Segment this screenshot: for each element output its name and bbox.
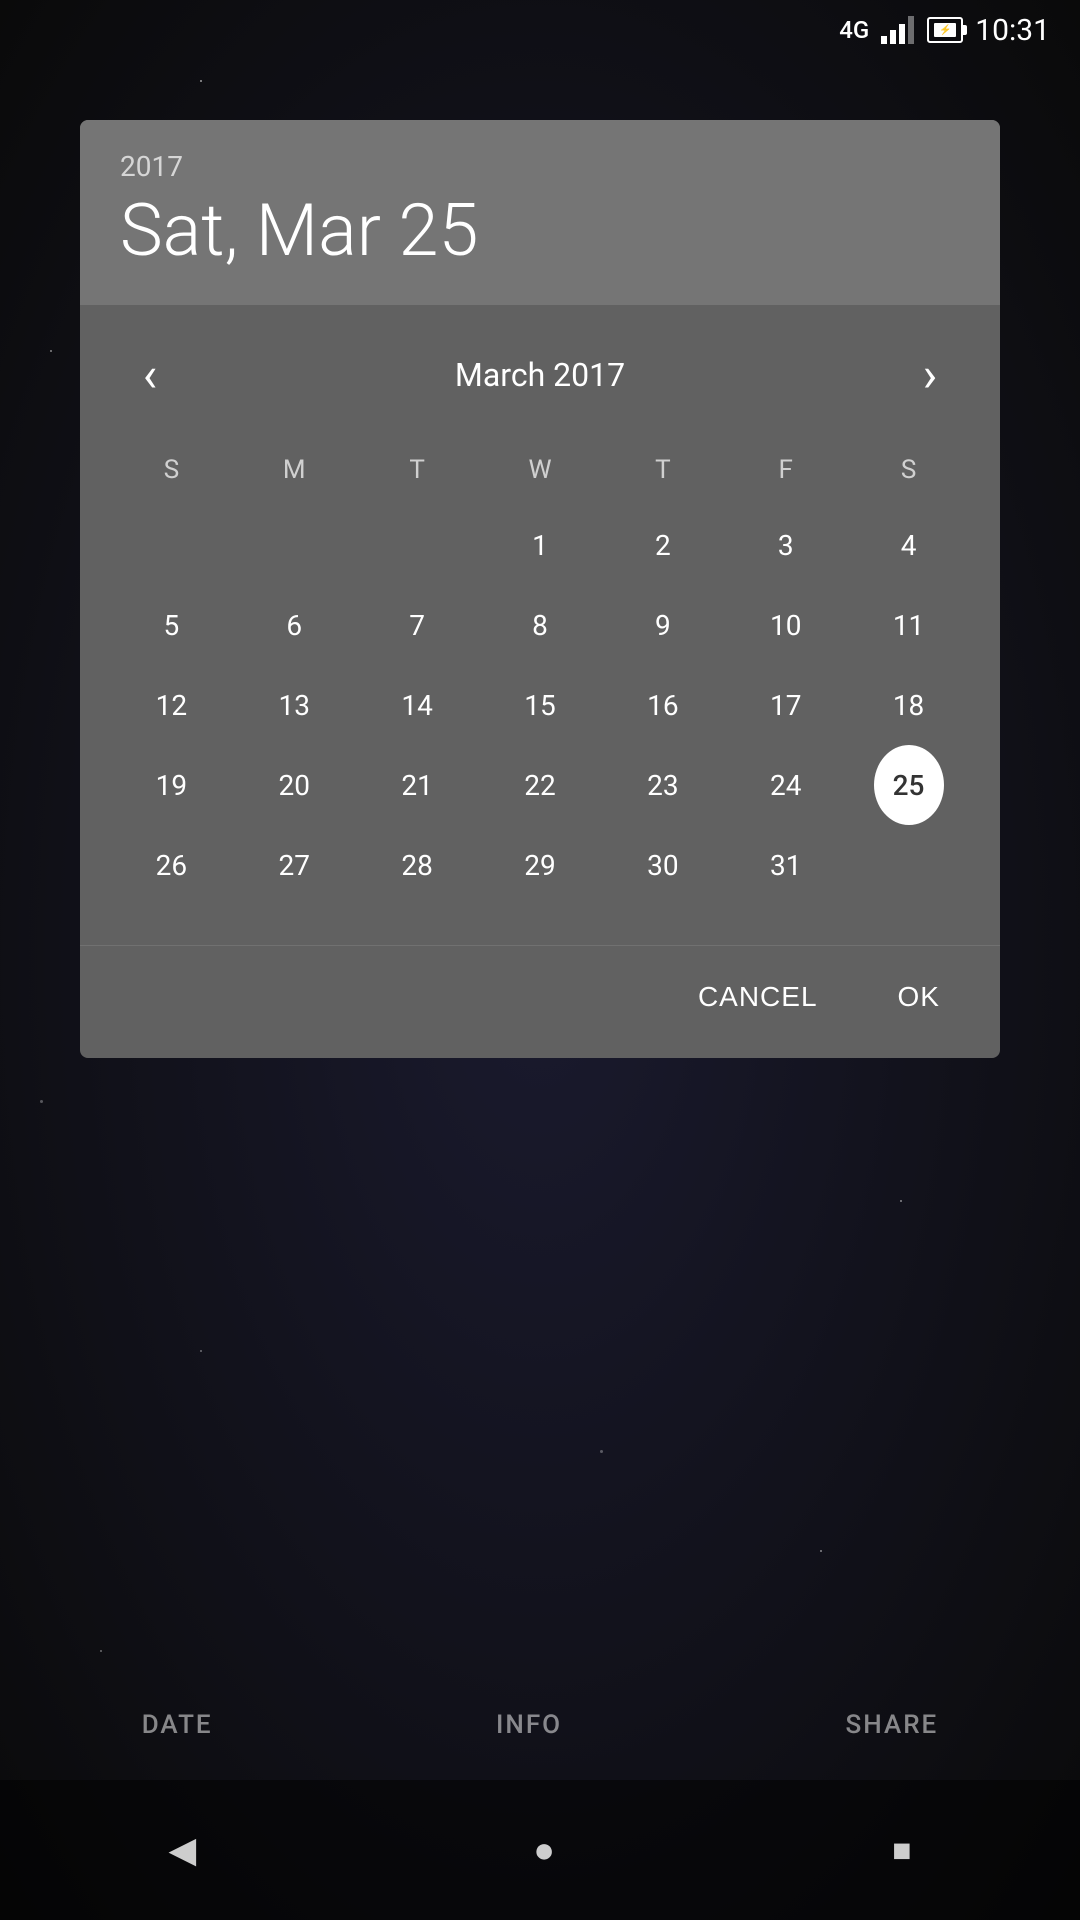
cal-day-19[interactable]: 19 [136,745,206,825]
cal-day-28[interactable]: 28 [382,825,452,905]
cal-day-2[interactable]: 2 [628,505,698,585]
day-header-wed: W [479,445,602,495]
cal-day-13[interactable]: 13 [259,665,329,745]
month-year-title: March 2017 [455,356,625,394]
cal-day-26[interactable]: 26 [136,825,206,905]
cal-day-30[interactable]: 30 [628,825,698,905]
cal-day-6[interactable]: 6 [259,585,329,665]
cal-day-empty [382,505,452,585]
bottom-app-nav: DATE INFO SHARE [0,1690,1080,1760]
recents-button[interactable]: ■ [892,1831,911,1869]
cal-day-7[interactable]: 7 [382,585,452,665]
signal-label: 4G [839,16,869,44]
cal-day-21[interactable]: 21 [382,745,452,825]
cal-day-5[interactable]: 5 [136,585,206,665]
cal-day-20[interactable]: 20 [259,745,329,825]
cal-day-15[interactable]: 15 [505,665,575,745]
cal-day-17[interactable]: 17 [751,665,821,745]
cal-day-27[interactable]: 27 [259,825,329,905]
cal-day-18[interactable]: 18 [874,665,944,745]
month-navigation: ‹ March 2017 › [110,325,970,425]
cal-day-empty [136,505,206,585]
cal-day-14[interactable]: 14 [382,665,452,745]
status-bar-content: 4G ⚡ 10:31 [839,13,1050,48]
cal-day-9[interactable]: 9 [628,585,698,665]
system-nav-bar: ◀ ● ■ [0,1780,1080,1920]
day-header-tue: T [356,445,479,495]
cancel-button[interactable]: CANCEL [668,966,848,1028]
nav-date-button[interactable]: DATE [142,1710,213,1740]
cal-day-4[interactable]: 4 [874,505,944,585]
day-headers: S M T W T F S [110,445,970,495]
cal-day-24[interactable]: 24 [751,745,821,825]
battery-bolt: ⚡ [939,25,951,36]
cal-day-12[interactable]: 12 [136,665,206,745]
cal-day-16[interactable]: 16 [628,665,698,745]
ok-button[interactable]: OK [868,966,970,1028]
cal-day-23[interactable]: 23 [628,745,698,825]
cal-day-1[interactable]: 1 [505,505,575,585]
home-icon: ● [533,1829,555,1871]
dialog-header: 2017 Sat, Mar 25 [80,120,1000,305]
day-header-thu: T [601,445,724,495]
nav-share-button[interactable]: SHARE [846,1710,939,1740]
dialog-actions: CANCEL OK [80,945,1000,1058]
cal-day-8[interactable]: 8 [505,585,575,665]
cal-day-empty [874,825,944,905]
calendar-grid: 1 2 3 4 5 6 7 8 9 10 11 12 13 14 15 16 1… [110,505,970,905]
cal-day-empty [259,505,329,585]
day-header-fri: F [724,445,847,495]
calendar-area: ‹ March 2017 › S M T W T F S 1 2 3 4 [80,305,1000,945]
cal-day-25-selected[interactable]: 25 [874,745,944,825]
chevron-right-icon: › [923,351,937,399]
day-header-sat: S [847,445,970,495]
chevron-left-icon: ‹ [143,351,157,399]
status-bar: 4G ⚡ 10:31 [0,0,1080,60]
home-button[interactable]: ● [533,1829,555,1871]
dialog-selected-date: Sat, Mar 25 [120,191,960,270]
cal-day-3[interactable]: 3 [751,505,821,585]
back-button[interactable]: ◀ [169,1829,197,1871]
date-picker-dialog: 2017 Sat, Mar 25 ‹ March 2017 › S M T W … [80,120,1000,1058]
battery-fill: ⚡ [934,23,956,37]
day-header-mon: M [233,445,356,495]
signal-icon [881,16,915,44]
dialog-year: 2017 [120,150,960,183]
cal-day-22[interactable]: 22 [505,745,575,825]
cal-day-31[interactable]: 31 [751,825,821,905]
prev-month-button[interactable]: ‹ [120,345,180,405]
cal-day-10[interactable]: 10 [751,585,821,665]
time-display: 10:31 [975,13,1050,48]
next-month-button[interactable]: › [900,345,960,405]
recents-icon: ■ [892,1831,911,1869]
cal-day-29[interactable]: 29 [505,825,575,905]
battery-icon: ⚡ [927,17,963,43]
day-header-sun: S [110,445,233,495]
nav-info-button[interactable]: INFO [496,1710,562,1740]
cal-day-11[interactable]: 11 [874,585,944,665]
back-icon: ◀ [169,1829,197,1871]
